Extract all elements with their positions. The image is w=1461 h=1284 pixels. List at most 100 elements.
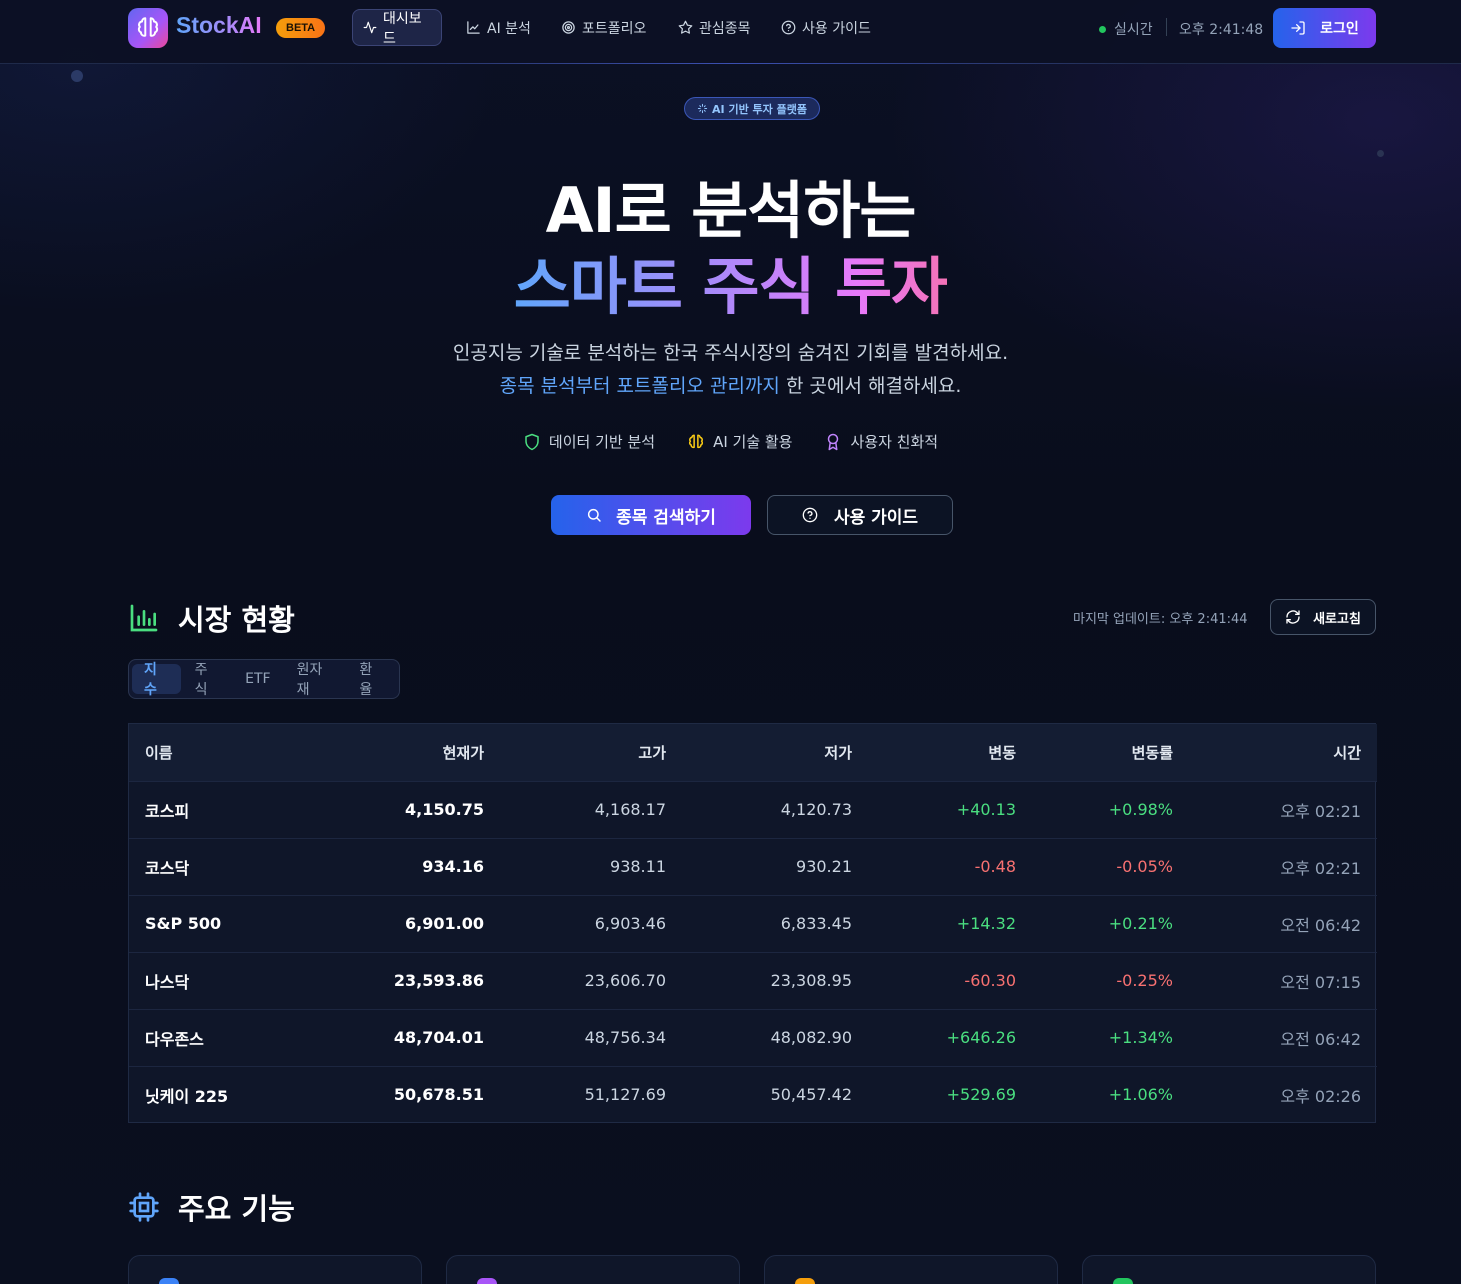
table-row[interactable]: 닛케이 225 50,678.51 51,127.69 50,457.42 +529.6… (129, 1066, 1377, 1123)
column-header[interactable]: 현재가 (301, 724, 500, 781)
top-navbar: StockAI BETA 대시보드 AI 분석 포트폴리오 관심종목 사용 가이… (0, 0, 1461, 64)
feature-card[interactable] (446, 1255, 740, 1284)
log-in-icon (1291, 21, 1305, 35)
star-icon (678, 20, 693, 34)
market-title-text: 시장 현황 (178, 603, 295, 637)
realtime-status: 실시간 (1099, 19, 1153, 39)
feature-card[interactable] (128, 1255, 422, 1284)
nav-label: AI 분석 (487, 20, 531, 37)
feature-ai-tech: AI 기술 활용 (687, 431, 792, 452)
tab-index[interactable]: 지수 (132, 662, 181, 698)
row-change: +14.32 (956, 914, 1016, 933)
row-change-rate: -0.25% (1116, 971, 1173, 990)
hero-title-line2: 스마트 주식 투자 (0, 236, 1461, 326)
row-change-rate: -0.05% (1116, 857, 1173, 876)
login-button[interactable]: 로그인 (1273, 8, 1376, 48)
feature-data-analysis: 데이터 기반 분석 (523, 431, 655, 452)
row-high: 48,756.34 (584, 1028, 666, 1047)
refresh-button[interactable]: 새로고침 (1270, 599, 1376, 635)
live-indicator-icon (1099, 25, 1106, 33)
row-current-price: 50,678.51 (393, 1085, 484, 1105)
search-stocks-button[interactable]: 종목 검색하기 (551, 495, 751, 535)
row-current-price: 4,150.75 (405, 800, 484, 819)
status-label: 실시간 (1114, 22, 1153, 38)
logo-text[interactable]: StockAI (176, 12, 262, 39)
nav-label: 사용 가이드 (802, 20, 871, 37)
tab-commodities[interactable]: 원자재 (285, 662, 346, 698)
hero-feature-list: 데이터 기반 분석 AI 기술 활용 사용자 친화적 (0, 431, 1461, 452)
market-table: 이름 현재가 고가 저가 변동 변동률 시간 코스피 4,150.75 4,168.… (128, 723, 1377, 1123)
row-time: 오후 02:26 (1280, 1086, 1361, 1106)
row-high: 23,606.70 (584, 971, 666, 990)
feature-label: AI 기술 활용 (713, 433, 793, 451)
search-stocks-label: 종목 검색하기 (616, 507, 716, 528)
row-high: 51,127.69 (584, 1085, 666, 1105)
row-change: +646.26 (946, 1028, 1016, 1047)
table-row[interactable]: S&P 500 6,901.00 6,903.46 6,833.45 +14.32 +0.… (129, 895, 1377, 952)
guide-button[interactable]: 사용 가이드 (767, 495, 953, 535)
nav-ai-analysis[interactable]: AI 분석 (456, 9, 541, 46)
column-header[interactable]: 변동 (868, 724, 1032, 781)
row-current-price: 23,593.86 (393, 971, 484, 990)
login-label: 로그인 (1320, 21, 1359, 37)
row-current-price: 6,901.00 (405, 914, 484, 933)
tab-fx[interactable]: 환율 (347, 662, 396, 698)
nav-label: 대시보드 (382, 10, 422, 47)
beta-badge: BETA (276, 18, 326, 38)
shield-icon (525, 433, 539, 450)
row-name: 닛케이 225 (145, 1086, 229, 1106)
divider (1166, 18, 1167, 36)
sparkles-icon (697, 103, 708, 114)
help-circle-icon (781, 20, 796, 35)
table-row[interactable]: 다우존스 48,704.01 48,756.34 48,082.90 +646.26 +1… (129, 1009, 1377, 1066)
refresh-label: 새로고침 (1313, 611, 1361, 627)
market-section-title: 시장 현황 (128, 597, 295, 639)
features-title-text: 주요 기능 (178, 1192, 295, 1226)
hero-title-gradient: 스마트 주식 투자 (513, 250, 948, 323)
row-high: 6,903.46 (594, 914, 666, 933)
table-header-row: 이름 현재가 고가 저가 변동 변동률 시간 (129, 724, 1377, 781)
nav-label: 포트폴리오 (582, 20, 647, 37)
column-header[interactable]: 고가 (500, 724, 682, 781)
row-change-rate: +0.21% (1108, 914, 1173, 933)
brain-logo-icon[interactable] (128, 8, 168, 48)
tab-stocks[interactable]: 주식 (183, 662, 232, 698)
clock: 오후 2:41:48 (1179, 19, 1263, 39)
row-current-price: 48,704.01 (393, 1028, 484, 1047)
nav-dashboard[interactable]: 대시보드 (352, 9, 442, 47)
features-section-title: 주요 기능 (128, 1186, 295, 1228)
feature-card-icon (1113, 1278, 1133, 1284)
table-row[interactable]: 코스피 4,150.75 4,168.17 4,120.73 +40.13 +0.98% 오… (129, 781, 1377, 838)
feature-card-icon (795, 1278, 815, 1284)
cpu-icon (129, 1192, 159, 1222)
row-name: S&P 500 (145, 914, 222, 933)
row-time: 오전 06:42 (1280, 915, 1361, 935)
row-current-price: 934.16 (422, 857, 484, 876)
nav-watchlist[interactable]: 관심종목 (668, 9, 761, 46)
hero-subtitle-line1: 인공지능 기술로 분석하는 한국 주식시장의 숨겨진 기회를 발견하세요. (452, 342, 1009, 364)
bar-chart-icon (130, 604, 158, 632)
tab-etf[interactable]: ETF (233, 664, 282, 694)
nav-guide[interactable]: 사용 가이드 (771, 9, 881, 46)
row-name: 코스피 (145, 801, 190, 821)
table-row[interactable]: 코스닥 934.16 938.11 930.21 -0.48 -0.05% 오후 02:21 (129, 838, 1377, 895)
column-header[interactable]: 시간 (1189, 724, 1377, 781)
feature-label: 사용자 친화적 (850, 433, 939, 451)
feature-card[interactable] (764, 1255, 1058, 1284)
market-tabs: 지수 주식 ETF 원자재 환율 (128, 659, 400, 699)
feature-label: 데이터 기반 분석 (548, 433, 656, 451)
table-row[interactable]: 나스닥 23,593.86 23,606.70 23,308.95 -60.30 -0.2… (129, 952, 1377, 1009)
row-change-rate: +1.34% (1108, 1028, 1173, 1047)
feature-card[interactable] (1082, 1255, 1376, 1284)
row-name: 코스닥 (145, 858, 190, 878)
nav-portfolio[interactable]: 포트폴리오 (551, 9, 656, 46)
hero-subtitle-highlight: 종목 분석부터 포트폴리오 관리까지 (499, 375, 780, 397)
row-name: 나스닥 (145, 972, 190, 992)
brain-icon (689, 434, 704, 448)
hero-subtitle-line2: 종목 분석부터 포트폴리오 관리까지 한 곳에서 해결하세요. (0, 371, 1461, 398)
column-header[interactable]: 이름 (129, 724, 301, 781)
column-header[interactable]: 저가 (682, 724, 868, 781)
row-low: 50,457.42 (770, 1085, 852, 1105)
column-header[interactable]: 변동률 (1032, 724, 1189, 781)
target-icon (562, 21, 575, 34)
